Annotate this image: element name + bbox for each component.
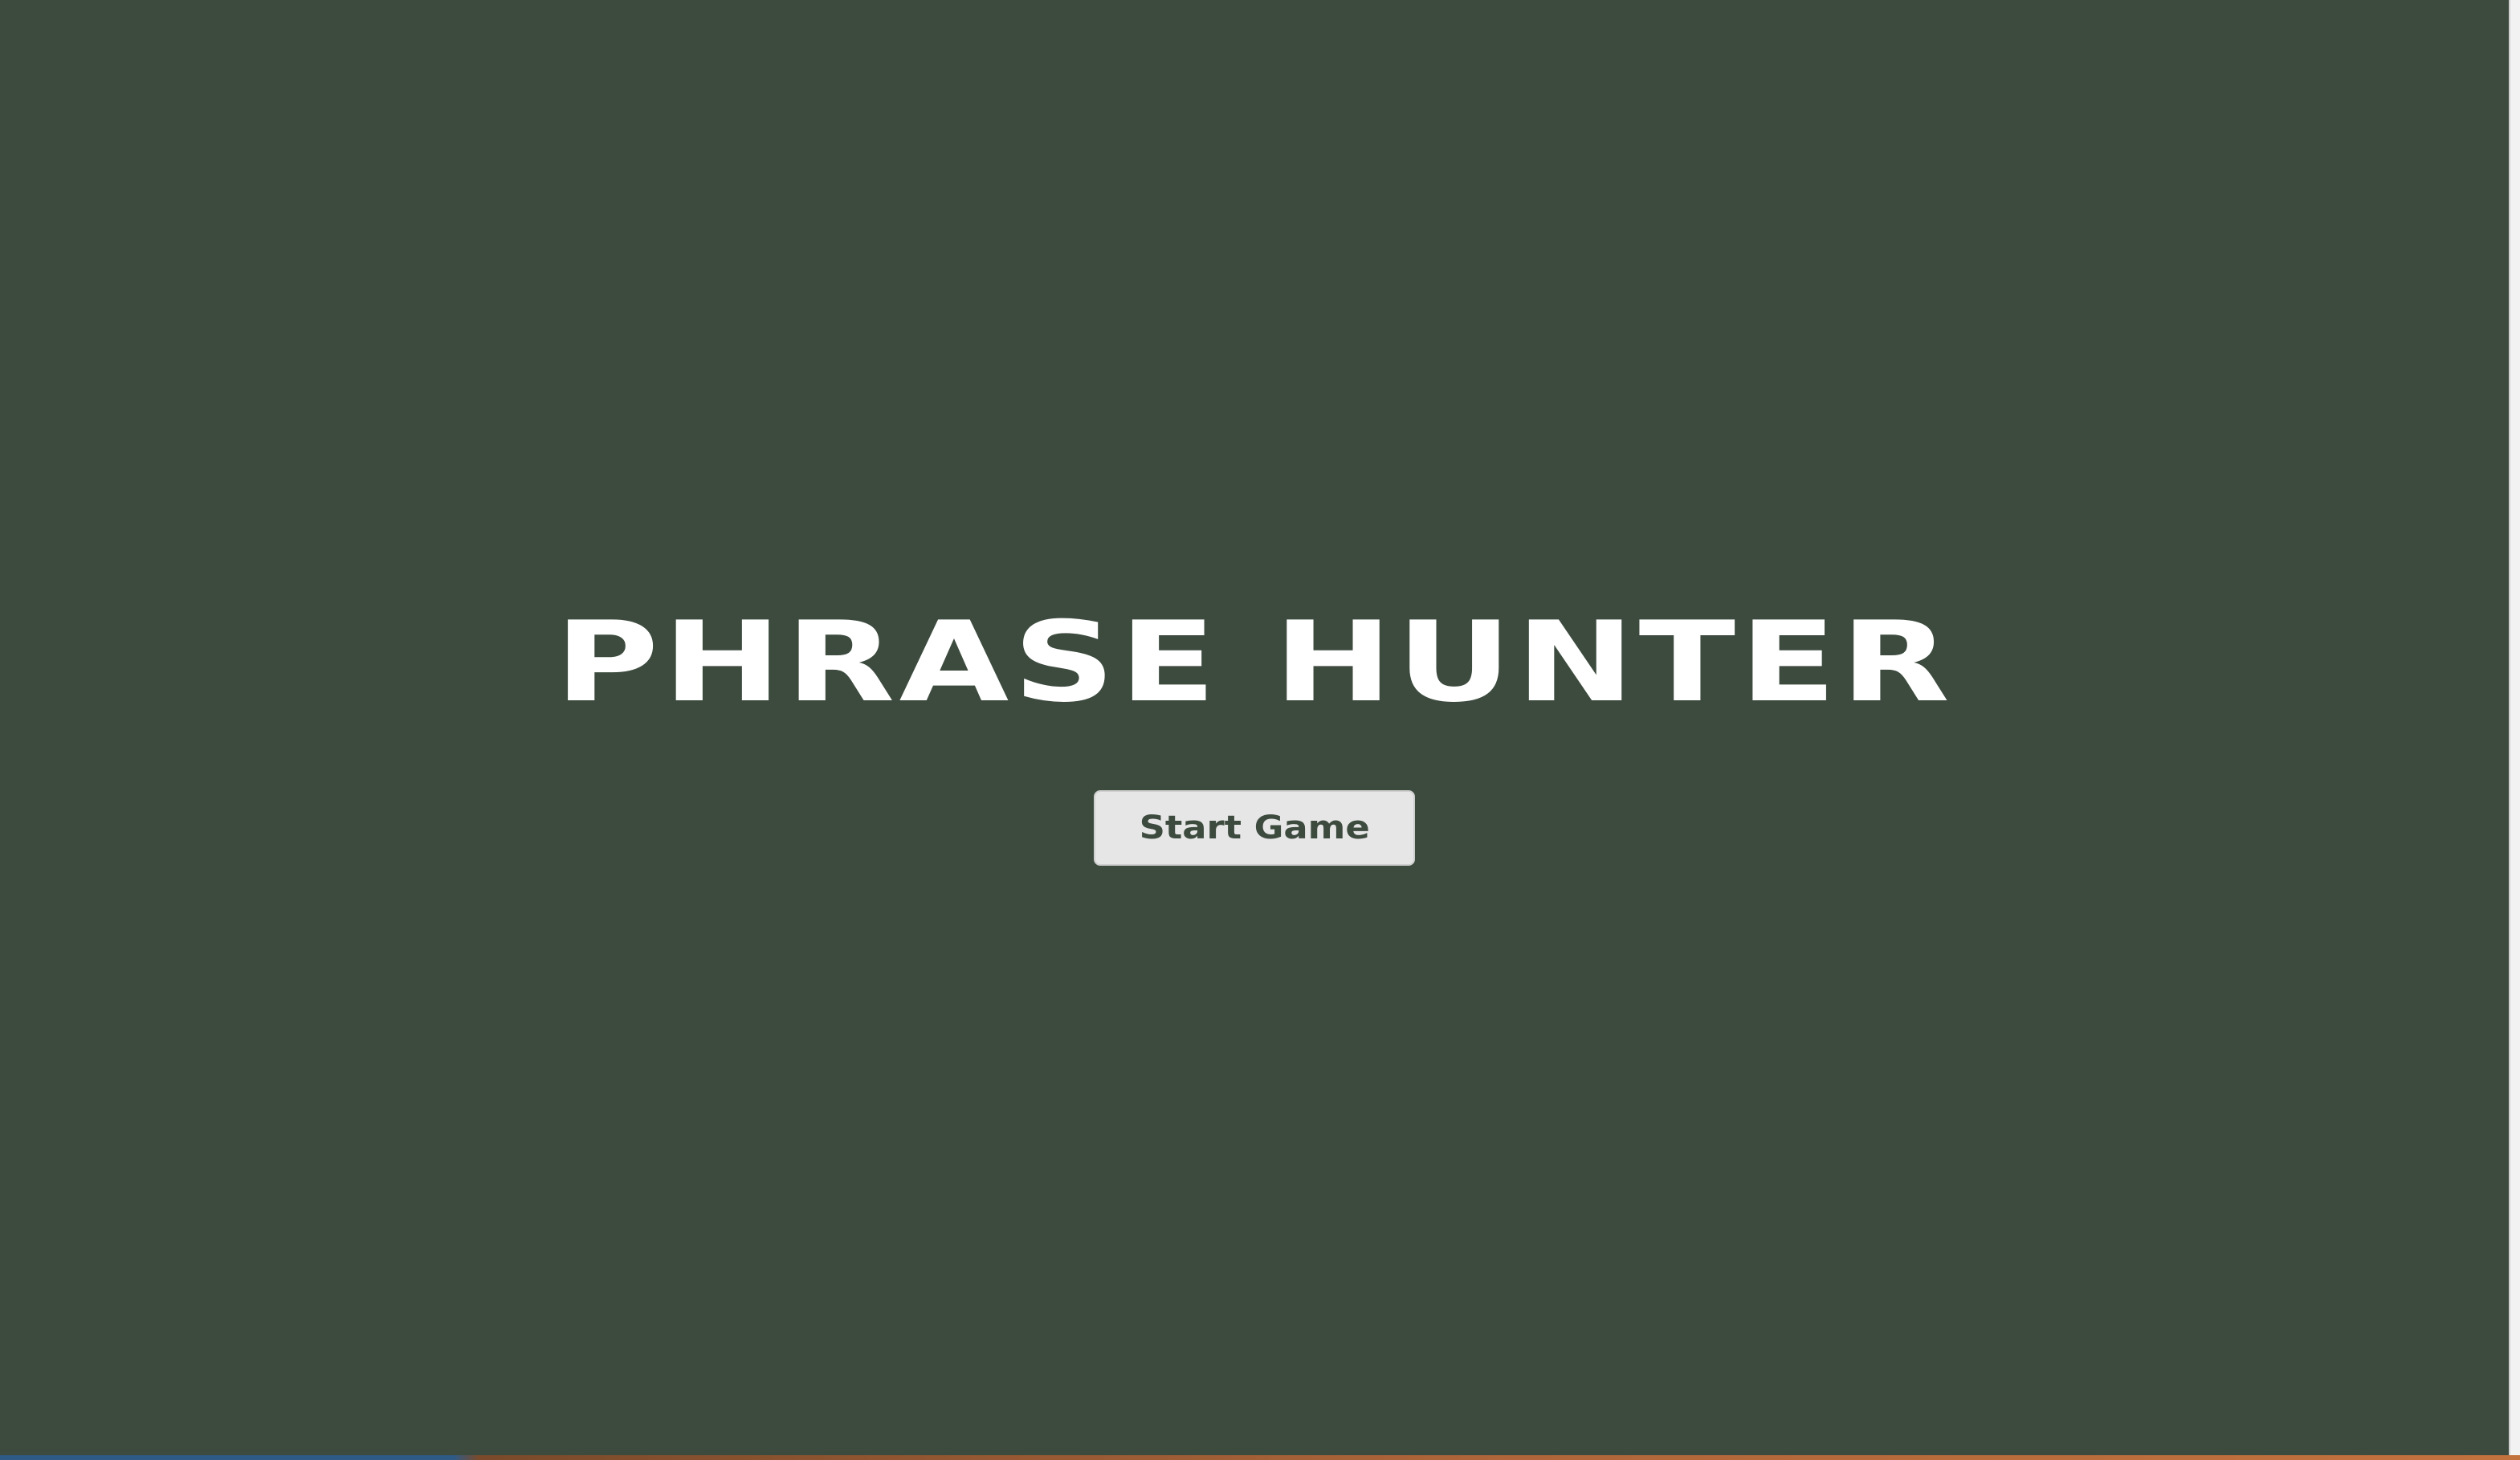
start-overlay: PHRASE HUNTER Start Game xyxy=(0,0,2509,1455)
start-game-button[interactable]: Start Game xyxy=(1094,790,1415,866)
start-game-button-label: Start Game xyxy=(1139,810,1370,846)
taskbar-strip xyxy=(0,1455,2520,1460)
game-title: PHRASE HUNTER xyxy=(554,597,1955,727)
